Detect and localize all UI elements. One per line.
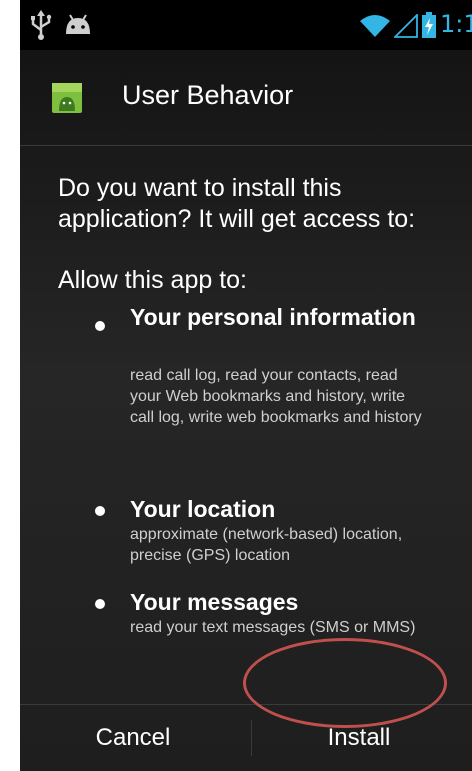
permission-title: Your personal information [130, 304, 416, 330]
cancel-button[interactable]: Cancel [20, 705, 246, 771]
dialog-title-row: User Behavior [20, 50, 472, 146]
android-debug-icon [64, 14, 92, 36]
bullet-icon [95, 506, 105, 516]
usb-icon [28, 10, 54, 40]
battery-charging-icon [422, 12, 436, 38]
status-time: 1:14 [440, 10, 472, 38]
install-question: Do you want to install this application?… [58, 174, 416, 233]
signal-icon [392, 12, 418, 38]
status-bar: 1:14 [20, 0, 472, 50]
permission-description: approximate (network-based) location, pr… [130, 526, 403, 564]
permission-description: read call log, read your contacts, read … [130, 367, 422, 426]
title-divider [20, 145, 472, 146]
install-button[interactable]: Install [246, 705, 472, 771]
wifi-icon [360, 14, 390, 38]
install-dialog: User Behavior Do you want to install thi… [20, 50, 472, 771]
allow-heading: Allow this app to: [58, 266, 247, 294]
phone-screen: 1:14 User Behavior Do you want to instal… [20, 0, 472, 771]
bullet-icon [95, 599, 105, 609]
permission-description: read your text messages (SMS or MMS) [130, 619, 416, 636]
permission-title: Your messages [130, 589, 299, 615]
permission-title: Your location [130, 496, 276, 522]
android-app-icon [52, 83, 82, 113]
bullet-icon [95, 321, 105, 331]
app-name: User Behavior [122, 80, 294, 110]
